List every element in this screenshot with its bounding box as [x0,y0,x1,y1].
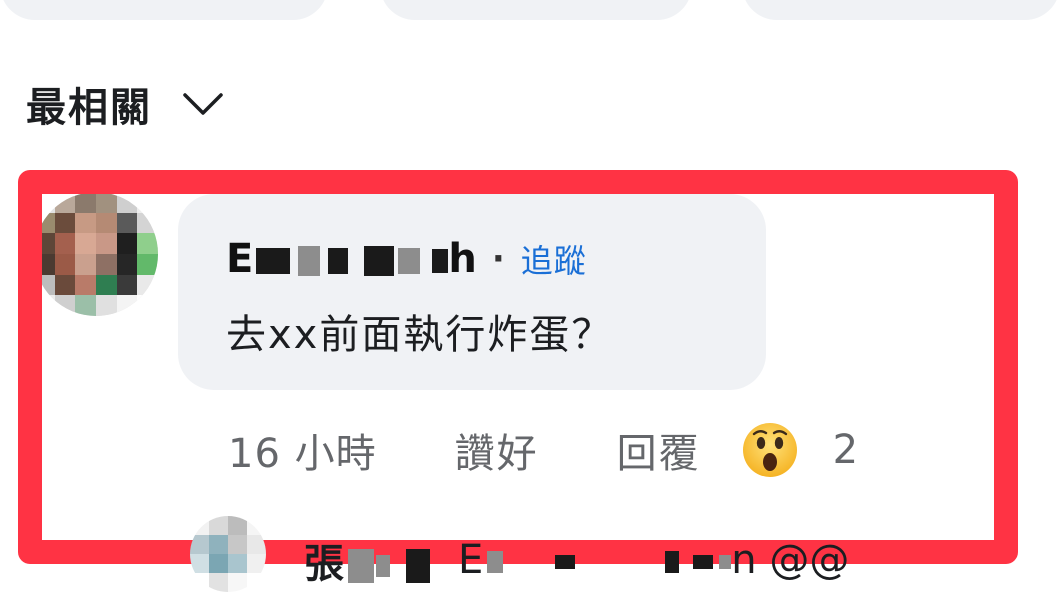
reply-button[interactable]: 回覆 [617,421,701,479]
reply-text: En @@ [458,537,849,583]
separator-dot: · [491,239,505,279]
author-name-tail: h [448,236,478,282]
follow-button[interactable]: 追蹤 [521,236,587,282]
reaction-count[interactable]: 2 [833,427,858,473]
redaction-block [719,555,732,569]
comment-author-row: Eh · 追蹤 [226,234,587,284]
redaction-block [328,248,349,274]
redaction-block [665,551,680,573]
chevron-down-icon [183,93,223,115]
comments-section: 最相關 Eh · 追蹤 去xx前面執行炸蛋？ 16 小時 讚好 回覆 2 張 E… [0,0,1060,596]
reply-author-name[interactable]: 張 [304,531,430,589]
redaction-block [298,246,321,276]
mention-initial: E [458,537,484,583]
redaction-block [487,551,504,573]
redaction-block [376,555,390,577]
comment-author-name[interactable]: Eh [226,236,478,282]
comment-meta-row: 16 小時 讚好 回覆 2 [228,418,858,482]
redaction-block [364,246,395,276]
reply-preview[interactable]: 張 En @@ [304,528,849,592]
sort-label: 最相關 [26,85,152,131]
commenter-avatar[interactable] [34,192,158,316]
reply-trailing-text: @@ [769,537,850,583]
redaction-block [256,248,291,274]
comment-bubble[interactable]: Eh · 追蹤 去xx前面執行炸蛋？ [178,194,766,390]
sort-dropdown[interactable]: 最相關 [26,76,224,132]
top-chip-1[interactable] [0,0,328,20]
redaction-block [693,555,714,569]
redaction-block [555,555,576,569]
redaction-block [348,549,374,583]
author-initial: E [226,236,255,282]
wow-emoji-icon[interactable] [741,421,799,479]
like-button[interactable]: 讚好 [455,421,539,479]
mention-tail: n [731,537,757,583]
redaction-block [432,249,449,273]
reply-author-avatar[interactable] [190,516,266,592]
comment-timestamp[interactable]: 16 小時 [228,421,377,479]
comment-text: 去xx前面執行炸蛋？ [226,312,614,358]
redaction-block [398,248,421,274]
reply-author-initial: 張 [304,541,344,587]
redaction-block [406,549,430,583]
top-chip-3[interactable] [742,0,1060,20]
top-chip-2[interactable] [380,0,692,20]
